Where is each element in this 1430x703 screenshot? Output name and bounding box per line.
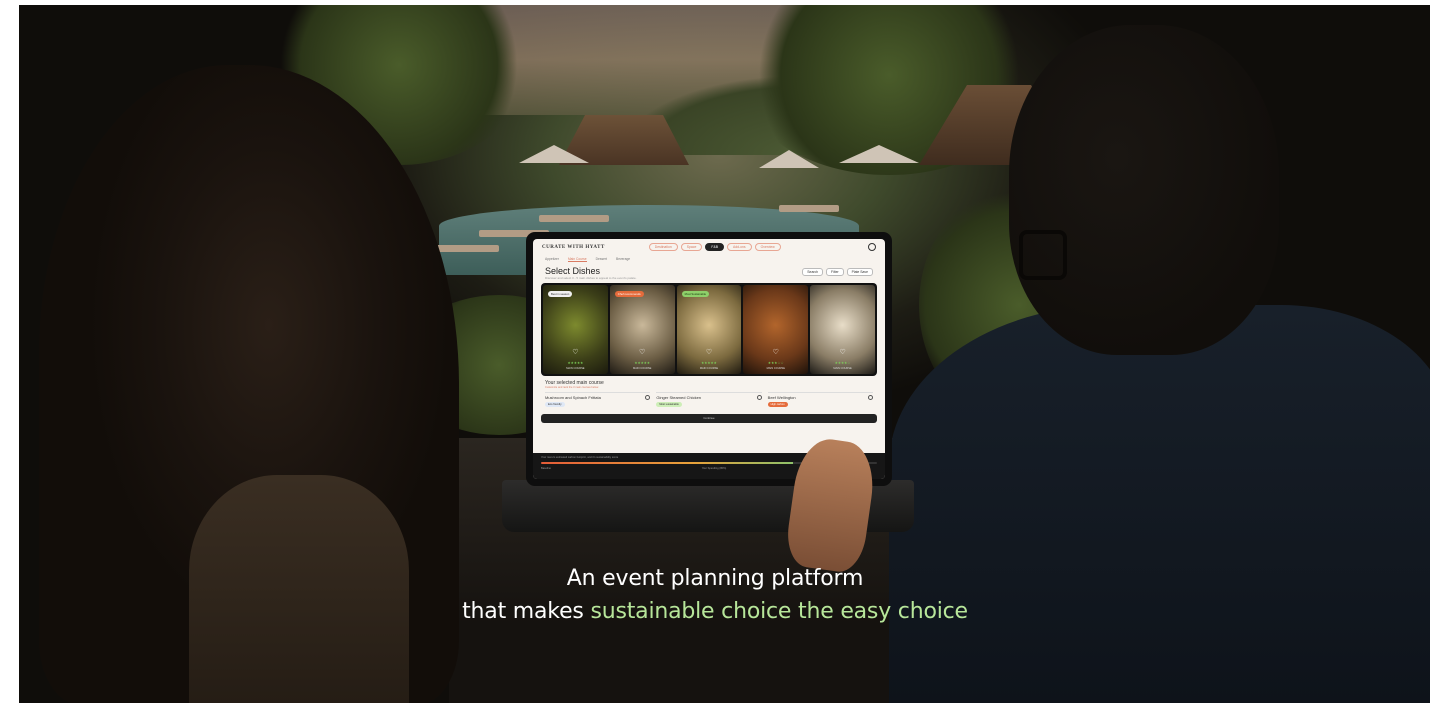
caption-accent: sustainable choice the easy choice <box>590 599 968 624</box>
dish-badge: Most sustainable <box>656 402 682 407</box>
dish-carousel: Best in season ♡ ★★★★★ MAIN COURSE Chef … <box>541 283 877 376</box>
info-icon[interactable] <box>645 395 651 400</box>
selected-heading: Your selected main course <box>545 380 604 386</box>
dish-card[interactable]: Best in season ♡ ★★★★★ MAIN COURSE <box>543 285 608 374</box>
search-input[interactable]: Search <box>802 268 824 276</box>
dish-tag: Best in season <box>548 291 573 297</box>
tab-dessert[interactable]: Dessert <box>596 257 607 262</box>
heart-icon[interactable]: ♡ <box>572 348 578 356</box>
filter-button[interactable]: Filter <box>826 268 844 276</box>
rating-stars: ★★★★★ <box>634 361 651 365</box>
man-silhouette <box>889 305 1430 703</box>
info-icon[interactable] <box>867 395 873 400</box>
rating-stars: ★★★★★ <box>701 361 717 365</box>
course-tabs: Appetizer Main Course Dessert Beverage <box>533 255 885 264</box>
app-logo: CURATE WITH HYATT <box>542 244 605 250</box>
dish-tag: Chef recommends <box>614 291 644 297</box>
man-head <box>1009 25 1279 355</box>
favorites-button[interactable]: Plate Save <box>846 268 873 276</box>
caption-line-1: An event planning platform <box>566 566 864 591</box>
tab-main-course[interactable]: Main Course <box>567 257 587 262</box>
tab-appetizer[interactable]: Appetizer <box>545 257 559 262</box>
nav-space[interactable]: Space <box>680 243 703 251</box>
heart-icon[interactable]: ♡ <box>706 348 712 356</box>
heart-icon[interactable]: ♡ <box>773 348 779 356</box>
rating-stars: ★★★★★ <box>567 361 584 365</box>
page-title: Select Dishes <box>545 266 601 276</box>
continue-button[interactable]: Continue <box>541 414 877 423</box>
selected-list: Mushroom and Spinach Frittata Eco friend… <box>533 389 885 410</box>
dish-badge: Eco friendly <box>545 402 565 407</box>
tab-beverage[interactable]: Beverage <box>616 257 630 262</box>
heart-icon[interactable]: ♡ <box>839 348 845 356</box>
heart-icon[interactable]: ♡ <box>639 348 645 356</box>
footer-baseline: Baseline <box>541 467 551 470</box>
settings-icon[interactable] <box>868 243 876 251</box>
nav-fnb[interactable]: F&B <box>705 243 724 251</box>
dish-course: MAIN COURSE <box>566 367 585 370</box>
selected-dish[interactable]: Mushroom and Spinach Frittata Eco friend… <box>545 392 651 407</box>
rating-stars: ★★★★☆ <box>834 361 851 365</box>
dish-card[interactable]: Chef recommends ♡ ★★★★★ MAIN COURSE <box>609 285 675 374</box>
footer-spending: Your Spending (80%) <box>701 467 727 470</box>
dish-name: Ginger Steamed Chicken <box>656 395 702 400</box>
toolbar: Search Filter Plate Save <box>802 268 873 276</box>
dish-course: MAIN COURSE <box>833 367 852 370</box>
nav-destination[interactable]: Destination <box>648 243 678 251</box>
dish-card[interactable]: ♡ ★★★★☆ MAIN COURSE <box>810 285 875 374</box>
page-subtitle: Discover and select 3 - 5 main dishes to… <box>545 276 637 280</box>
nav-addons[interactable]: Add-ons <box>726 243 752 251</box>
info-icon[interactable] <box>756 395 762 400</box>
selected-dish[interactable]: Beef Wellington High carbon <box>767 392 873 407</box>
caption-prefix: that makes <box>462 599 591 624</box>
nav-overview[interactable]: Overview <box>754 243 781 251</box>
rating-stars: ★★★☆☆ <box>767 361 784 365</box>
dish-course: MAIN COURSE <box>766 367 785 370</box>
stage-nav: Destination Space F&B Add-ons Overview <box>648 243 781 251</box>
dish-course: MAIN COURSE <box>633 367 652 370</box>
caption-line-2: that makes sustainable choice the easy c… <box>0 599 1430 624</box>
dish-name: Mushroom and Spinach Frittata <box>545 395 601 400</box>
dish-badge: High carbon <box>767 402 788 407</box>
dish-course: MAIN COURSE <box>699 367 719 370</box>
glasses <box>1019 230 1067 280</box>
dish-name: Beef Wellington <box>767 395 796 400</box>
app-header: CURATE WITH HYATT Destination Space F&B … <box>533 239 885 255</box>
dish-tag: Most Sustainable <box>681 291 710 297</box>
dish-card[interactable]: ♡ ★★★☆☆ MAIN COURSE <box>743 285 809 374</box>
title-row: Select Dishes Search Filter Plate Save <box>533 264 885 276</box>
lounger <box>779 205 839 212</box>
dish-card[interactable]: Most Sustainable ♡ ★★★★★ MAIN COURSE <box>676 285 742 374</box>
lounger <box>539 215 609 222</box>
selected-dish[interactable]: Ginger Steamed Chicken Most sustainable <box>656 392 762 407</box>
